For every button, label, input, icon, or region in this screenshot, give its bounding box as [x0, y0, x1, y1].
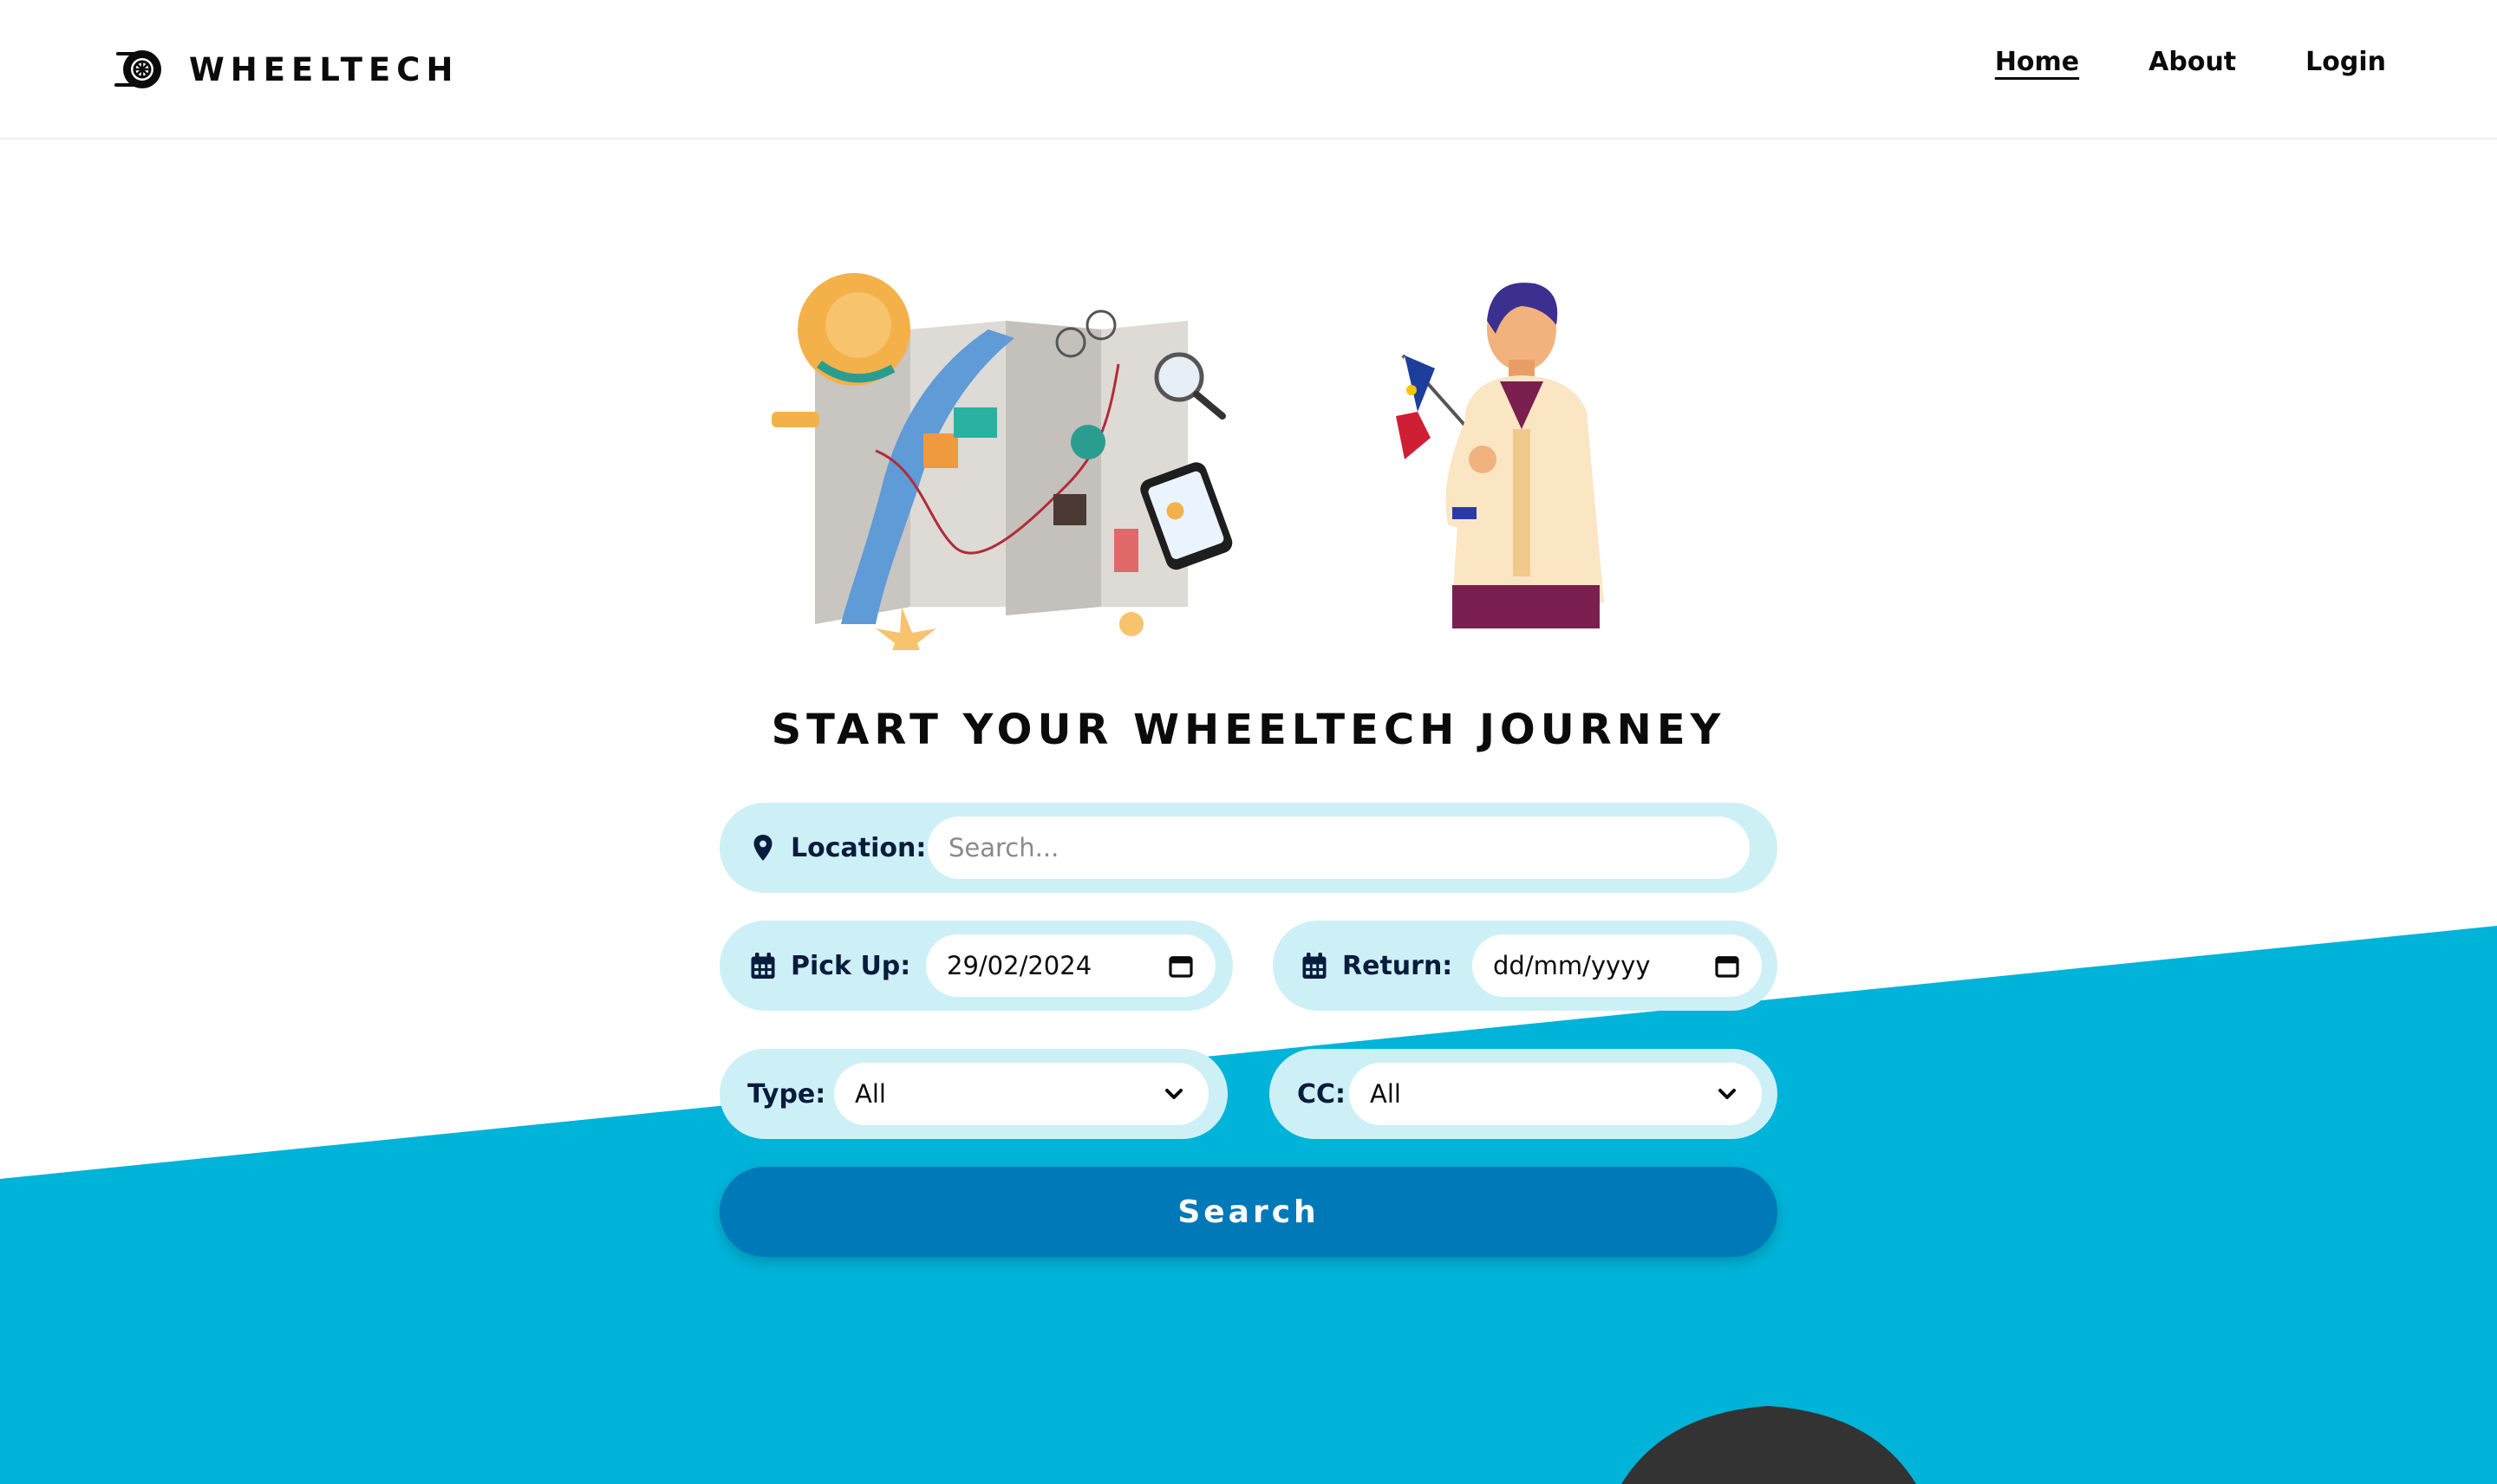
calendar-icon [751, 953, 775, 979]
cc-selected-value: All [1370, 1079, 1401, 1109]
location-row: Location: Search... [720, 803, 1777, 893]
wheel-logo-icon [114, 50, 161, 88]
type-selected-value: All [855, 1079, 886, 1109]
return-row: Return: dd/mm/yyyy [1273, 921, 1777, 1011]
return-date-input[interactable]: dd/mm/yyyy [1472, 934, 1762, 997]
cc-label: CC: [1297, 1078, 1346, 1110]
type-row: Type: All [720, 1049, 1228, 1139]
type-select[interactable]: All [834, 1063, 1209, 1125]
pickup-label-group: Pick Up: [747, 950, 910, 981]
type-label-group: Type: [747, 1079, 825, 1110]
return-label: Return: [1342, 950, 1453, 981]
location-label-group: Location: [747, 832, 926, 863]
location-label: Location: [791, 832, 927, 863]
page-title: START YOUR WHEELTECH JOURNEY [771, 706, 1726, 754]
person-with-flag-illustration [1396, 283, 1604, 628]
return-date-placeholder: dd/mm/yyyy [1493, 951, 1651, 980]
cc-row: CC: All [1269, 1049, 1777, 1139]
pickup-row: Pick Up: 29/02/2024 [720, 921, 1233, 1011]
pickup-date-value: 29/02/2024 [947, 951, 1092, 980]
nav-login-link[interactable]: Login [2305, 47, 2386, 77]
brand[interactable]: WHEELTECH [114, 45, 459, 94]
location-search-input[interactable]: Search... [928, 817, 1750, 879]
calendar-icon [1302, 953, 1327, 979]
brand-name: WHEELTECH [189, 50, 460, 88]
cc-label-group: CC: [1297, 1079, 1346, 1110]
pickup-date-input[interactable]: 29/02/2024 [926, 934, 1216, 997]
chevron-down-icon [1165, 1089, 1183, 1099]
travel-map-illustration [772, 273, 1233, 650]
return-label-group: Return: [1299, 950, 1452, 981]
bottom-figure-illustration [1621, 1406, 1916, 1484]
chevron-down-icon [1718, 1089, 1736, 1099]
nav-about-link[interactable]: About [2148, 47, 2236, 77]
pickup-label: Pick Up: [791, 950, 911, 981]
date-picker-icon[interactable] [1167, 952, 1195, 980]
search-button[interactable]: Search [720, 1167, 1777, 1257]
main-nav: Home About Login [1995, 47, 2386, 77]
cc-select[interactable]: All [1349, 1063, 1762, 1125]
navbar: WHEELTECH Home About Login [0, 0, 2497, 140]
map-pin-icon [753, 835, 773, 861]
date-picker-icon[interactable] [1713, 952, 1741, 980]
type-label: Type: [747, 1078, 826, 1110]
nav-home-link[interactable]: Home [1995, 47, 2079, 77]
location-placeholder: Search... [949, 833, 1059, 862]
